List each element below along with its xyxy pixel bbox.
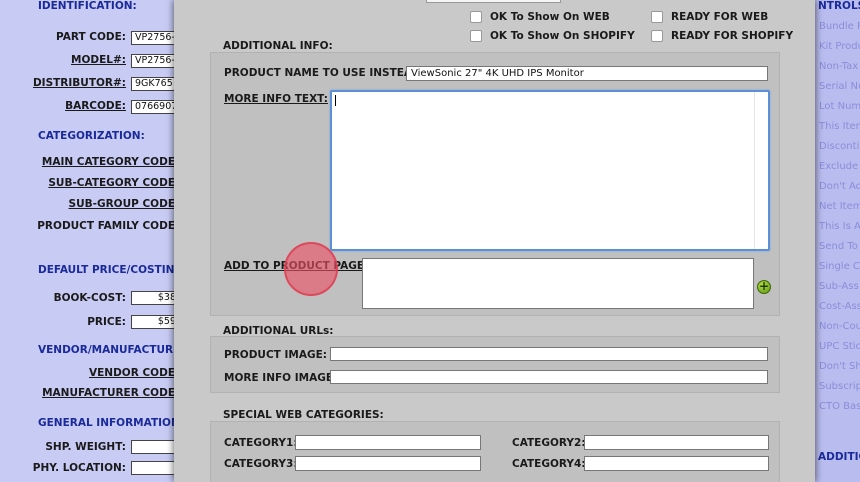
model-field[interactable]: VP2756- — [131, 54, 180, 68]
additional-info-title: ADDITIONAL INFO: — [223, 40, 333, 52]
sub-category-label[interactable]: SUB-CATEGORY CODE — [48, 177, 175, 189]
control-item[interactable]: Sub-Ass — [819, 280, 860, 300]
model-label[interactable]: MODEL#: — [71, 54, 126, 66]
addition-title: ADDITIO — [818, 451, 860, 463]
ready-web-checkbox[interactable]: READY FOR WEB — [651, 11, 768, 23]
product-image-label: PRODUCT IMAGE: — [224, 349, 327, 361]
product-name-field[interactable]: ViewSonic 27" 4K UHD IPS Monitor — [406, 66, 768, 81]
shp-weight-label: SHP. WEIGHT: — [45, 441, 126, 453]
control-item[interactable]: Cost-Ass — [819, 300, 860, 320]
part-code-field[interactable]: VP2756- — [131, 31, 180, 45]
part-code-label: PART CODE: — [55, 31, 126, 43]
more-info-image-label: MORE INFO IMAGE: — [224, 372, 338, 384]
book-cost-field[interactable]: $38 — [131, 291, 180, 305]
vendor-code-label[interactable]: VENDOR CODE — [89, 367, 175, 379]
default-price-title: DEFAULT PRICE/COSTING: — [38, 264, 188, 276]
barcode-label[interactable]: BARCODE: — [65, 100, 126, 112]
checkbox-box[interactable] — [470, 30, 482, 42]
category2-field[interactable] — [584, 435, 769, 450]
manufacturer-code-label[interactable]: MANUFACTURER CODE — [42, 387, 175, 399]
main-category-label[interactable]: MAIN CATEGORY CODE — [42, 156, 175, 168]
vendor-title: VENDOR/MANUFACTURER — [38, 344, 189, 356]
product-image-field[interactable] — [330, 347, 768, 361]
control-item[interactable]: Exclude — [819, 160, 860, 180]
control-item[interactable]: Send To — [819, 240, 860, 260]
product-web-dialog: OK To Show On WEB OK To Show On SHOPIFY … — [174, 0, 815, 482]
price-label: PRICE: — [87, 316, 126, 328]
additional-urls-group: ADDITIONAL URLs: PRODUCT IMAGE: MORE INF… — [210, 325, 780, 393]
control-item[interactable]: Don't Sh — [819, 360, 860, 380]
checkbox-box[interactable] — [651, 30, 663, 42]
general-info-title: GENERAL INFORMATION: — [38, 417, 184, 429]
additional-urls-title: ADDITIONAL URLs: — [223, 325, 334, 337]
control-item[interactable]: Serial Nu — [819, 80, 860, 100]
controls-title: NTROLS — [818, 0, 860, 12]
book-cost-label: BOOK-COST: — [53, 292, 126, 304]
phy-location-label: PHY. LOCATION: — [32, 462, 126, 474]
top-strip — [426, 0, 561, 3]
control-item[interactable]: Don't Ad — [819, 180, 860, 200]
categorization-title: CATEGORIZATION: — [38, 130, 145, 142]
category3-field[interactable] — [295, 456, 481, 471]
left-panel — [0, 0, 180, 482]
identification-title: IDENTIFICATION: — [38, 0, 137, 12]
category2-label: CATEGORY2: — [512, 437, 586, 449]
special-web-title: SPECIAL WEB CATEGORIES: — [223, 409, 384, 421]
product-name-label: PRODUCT NAME TO USE INSTEAD: — [224, 67, 425, 79]
control-item[interactable]: Non-Cou — [819, 320, 860, 340]
additional-info-group: ADDITIONAL INFO: PRODUCT NAME TO USE INS… — [210, 40, 780, 316]
price-field[interactable]: $59 — [131, 315, 180, 329]
checkbox-box[interactable] — [651, 11, 663, 23]
distributor-label[interactable]: DISTRIBUTOR#: — [33, 77, 126, 89]
ok-shopify-label: OK To Show On SHOPIFY — [490, 30, 635, 42]
ready-shopify-checkbox[interactable]: READY FOR SHOPIFY — [651, 30, 793, 42]
sub-group-label[interactable]: SUB-GROUP CODE — [69, 198, 175, 210]
control-item[interactable]: Non-Tax — [819, 60, 860, 80]
add-icon[interactable]: + — [757, 280, 771, 294]
ok-web-checkbox[interactable]: OK To Show On WEB — [470, 11, 610, 23]
control-item[interactable]: Bundle P — [819, 20, 860, 40]
shp-weight-field[interactable] — [131, 440, 180, 454]
category4-label: CATEGORY4: — [512, 458, 586, 470]
category4-field[interactable] — [584, 456, 769, 471]
text-caret — [335, 95, 336, 106]
phy-location-field[interactable] — [131, 461, 180, 475]
control-item[interactable]: CTO Bas — [819, 400, 860, 420]
category3-label: CATEGORY3: — [224, 458, 298, 470]
special-web-categories-group: SPECIAL WEB CATEGORIES: CATEGORY1: CATEG… — [210, 409, 780, 482]
add-to-page-list[interactable] — [362, 258, 754, 309]
product-family-label: PRODUCT FAMILY CODE — [37, 220, 175, 232]
more-info-image-field[interactable] — [330, 370, 768, 384]
control-item[interactable]: Subscrip — [819, 380, 860, 400]
control-item[interactable]: This Item — [819, 120, 860, 140]
ok-shopify-checkbox[interactable]: OK To Show On SHOPIFY — [470, 30, 635, 42]
checkbox-box[interactable] — [470, 11, 482, 23]
more-info-label[interactable]: MORE INFO TEXT: — [224, 93, 328, 105]
barcode-field[interactable]: 0766907 — [131, 100, 180, 114]
category1-field[interactable] — [295, 435, 481, 450]
control-item[interactable]: UPC Stic — [819, 340, 860, 360]
control-item[interactable]: Kit Produ — [819, 40, 860, 60]
more-info-textarea[interactable] — [330, 90, 770, 251]
control-item[interactable]: Lot Numb — [819, 100, 860, 120]
ready-shopify-label: READY FOR SHOPIFY — [671, 30, 794, 42]
control-item[interactable]: Net Item — [819, 200, 860, 220]
distributor-field[interactable]: 9GK765 — [131, 77, 180, 91]
control-item[interactable]: This Is A — [819, 220, 860, 240]
ok-web-label: OK To Show On WEB — [490, 11, 610, 23]
control-item[interactable]: Single C — [819, 260, 860, 280]
category1-label: CATEGORY1: — [224, 437, 298, 449]
ready-web-label: READY FOR WEB — [671, 11, 769, 23]
control-item[interactable]: Discontin — [819, 140, 860, 160]
controls-list: Bundle P Kit Produ Non-Tax Serial Nu Lot… — [819, 20, 860, 420]
textarea-scrollbar[interactable] — [754, 92, 768, 249]
add-to-page-label[interactable]: ADD TO PRODUCT PAGE: — [224, 260, 368, 272]
